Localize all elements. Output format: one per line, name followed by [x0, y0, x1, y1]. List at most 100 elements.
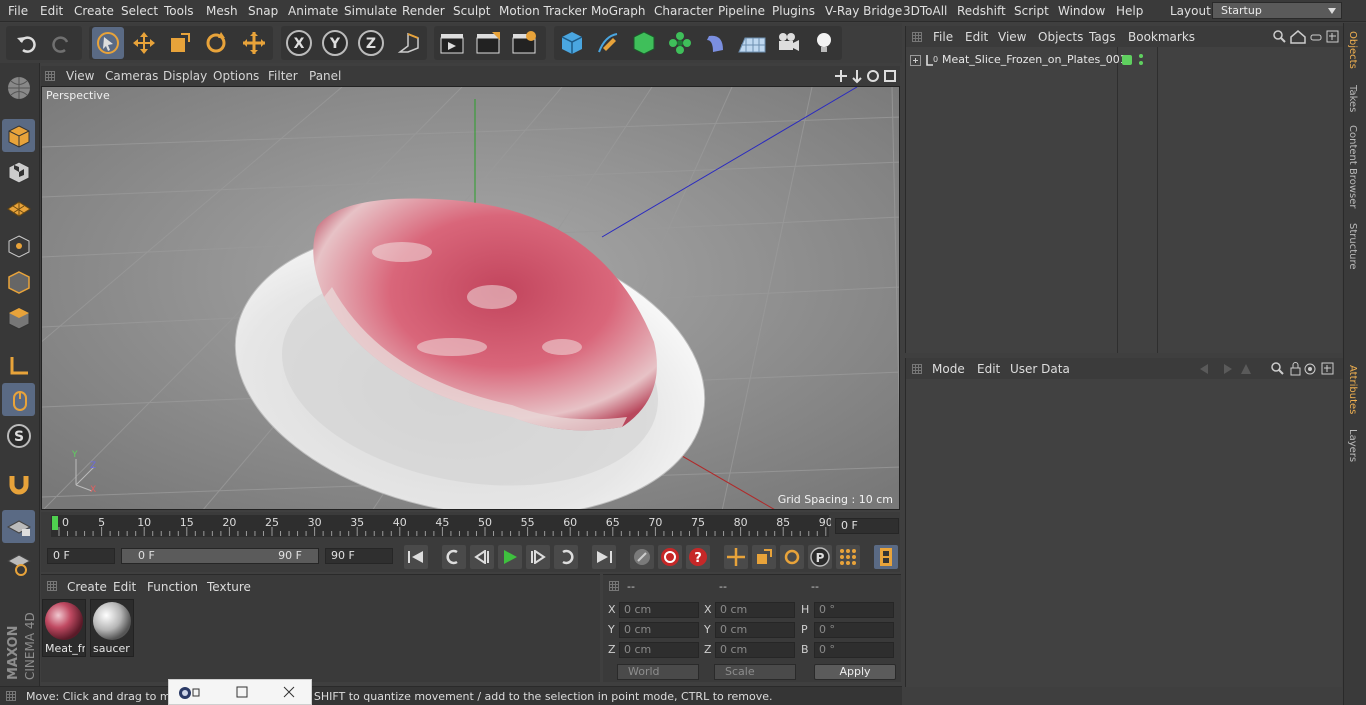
material-swatch-meat[interactable]: Meat_fro [42, 599, 86, 657]
object-menu-edit[interactable]: Edit [965, 30, 988, 44]
pen-spline-button[interactable] [592, 27, 624, 59]
tab-objects[interactable]: Objects [1347, 31, 1358, 69]
transform-tool-button[interactable] [238, 27, 270, 59]
tweak-mode-button[interactable] [2, 383, 35, 416]
menu-create[interactable]: Create [74, 4, 114, 18]
viewport-menu-view[interactable]: View [66, 69, 94, 83]
menu-script[interactable]: Script [1014, 4, 1049, 18]
keyframe-selection-button[interactable]: ? [686, 545, 710, 569]
model-mode-button[interactable] [2, 119, 35, 152]
timeline-window-button[interactable] [874, 545, 898, 569]
object-menu-bookmarks[interactable]: Bookmarks [1128, 30, 1195, 44]
tab-layers[interactable]: Layers [1347, 429, 1358, 462]
rotation-p-field[interactable]: 0 ° [814, 622, 894, 638]
record-active-objects-button[interactable] [630, 545, 654, 569]
x-axis-lock-button[interactable]: X [283, 27, 315, 59]
edges-mode-button[interactable] [2, 265, 35, 298]
menu-pipeline[interactable]: Pipeline [718, 4, 765, 18]
current-frame-field[interactable]: 0 F [835, 518, 899, 534]
up-arrow-icon[interactable] [1241, 364, 1251, 374]
menu-edit[interactable]: Edit [40, 4, 63, 18]
size-y-field[interactable]: 0 cm [715, 622, 795, 638]
maximize-icon[interactable] [235, 685, 249, 699]
menu-character[interactable]: Character [654, 4, 713, 18]
apply-button[interactable]: Apply [814, 664, 896, 680]
key-position-button[interactable] [724, 545, 748, 569]
workplane-mode-button[interactable] [2, 191, 35, 224]
texture-mode-button[interactable] [2, 155, 35, 188]
redo-button[interactable] [46, 27, 78, 59]
object-menu-view[interactable]: View [998, 30, 1026, 44]
menu-snap[interactable]: Snap [248, 4, 278, 18]
layout-select[interactable]: Startup [1212, 2, 1342, 19]
menu-select[interactable]: Select [121, 4, 158, 18]
search-icon[interactable] [1271, 362, 1284, 375]
viewport-menu-filter[interactable]: Filter [268, 69, 298, 83]
tab-attributes[interactable]: Attributes [1347, 365, 1358, 414]
attribute-menu-edit[interactable]: Edit [977, 362, 1000, 376]
size-x-field[interactable]: 0 cm [715, 602, 795, 618]
object-menu-tags[interactable]: Tags [1089, 30, 1116, 44]
scale-tool-button[interactable] [164, 27, 196, 59]
object-menu-file[interactable]: File [933, 30, 953, 44]
lock-icon[interactable] [1290, 362, 1301, 376]
polygons-mode-button[interactable] [2, 301, 35, 334]
menu-mesh[interactable]: Mesh [206, 4, 238, 18]
snap-button[interactable] [2, 467, 35, 500]
z-axis-lock-button[interactable]: Z [355, 27, 387, 59]
next-key-button[interactable] [554, 545, 578, 569]
camera-object-button[interactable] [772, 27, 804, 59]
cube-object-button[interactable] [556, 27, 588, 59]
render-to-picture-viewer-button[interactable] [472, 27, 504, 59]
material-swatch-saucer[interactable]: saucer [90, 599, 134, 657]
material-menu-edit[interactable]: Edit [113, 580, 136, 594]
new-panel-icon[interactable] [1326, 30, 1339, 43]
axis-mode-button[interactable] [2, 349, 35, 382]
menu-help[interactable]: Help [1116, 4, 1143, 18]
menu-redshift[interactable]: Redshift [957, 4, 1006, 18]
menu-3dtoall[interactable]: 3DToAll [903, 4, 947, 18]
timeline-ruler[interactable]: 0 5 10 15 20 25 30 35 40 45 50 55 60 65 70 75 80 85 90 0 F [41, 512, 900, 540]
layer-color-swatch[interactable] [1122, 55, 1132, 65]
attribute-menu-mode[interactable]: Mode [932, 362, 965, 376]
frame-range-slider[interactable]: 0 F 90 F [121, 548, 319, 564]
subdivision-surface-button[interactable] [628, 27, 660, 59]
goto-start-button[interactable] [404, 545, 428, 569]
visibility-dots-icon[interactable] [1138, 53, 1144, 67]
menu-plugins[interactable]: Plugins [772, 4, 815, 18]
live-selection-button[interactable] [92, 27, 124, 59]
play-button[interactable] [498, 545, 522, 569]
material-menu-create[interactable]: Create [67, 580, 107, 594]
viewport-menu-options[interactable]: Options [213, 69, 259, 83]
menu-mograph[interactable]: MoGraph [591, 4, 646, 18]
material-menu-function[interactable]: Function [147, 580, 198, 594]
menu-simulate[interactable]: Simulate [344, 4, 397, 18]
viewport-menu-display[interactable]: Display [163, 69, 207, 83]
key-rotation-button[interactable] [780, 545, 804, 569]
new-panel-icon[interactable] [1321, 362, 1334, 375]
workplane-lock-button[interactable] [2, 510, 35, 543]
floor-object-button[interactable] [736, 27, 768, 59]
coordinate-space-select[interactable]: World [617, 664, 699, 680]
object-row[interactable]: 0 Meat_Slice_Frozen_on_Plates_001 [910, 52, 1127, 69]
material-menu-texture[interactable]: Texture [207, 580, 251, 594]
next-frame-button[interactable] [526, 545, 550, 569]
autokeying-button[interactable] [658, 545, 682, 569]
menu-vray-bridge[interactable]: V-Ray Bridge [825, 4, 902, 18]
viewport-menu-cameras[interactable]: Cameras [105, 69, 158, 83]
menu-animate[interactable]: Animate [288, 4, 338, 18]
render-view-button[interactable] [436, 27, 468, 59]
previous-frame-button[interactable] [470, 545, 494, 569]
tab-content-browser[interactable]: Content Browser [1347, 125, 1358, 208]
rotate-tool-button[interactable] [200, 27, 232, 59]
menu-motion-tracker[interactable]: Motion Tracker [499, 4, 587, 18]
object-menu-objects[interactable]: Objects [1038, 30, 1083, 44]
key-parameter-button[interactable]: P [808, 545, 832, 569]
viewport-nav-icons[interactable] [835, 68, 899, 84]
tab-takes[interactable]: Takes [1347, 85, 1358, 112]
move-tool-button[interactable] [128, 27, 160, 59]
menu-render[interactable]: Render [402, 4, 445, 18]
start-frame-field[interactable]: 0 F [47, 548, 115, 564]
back-arrow-icon[interactable] [1200, 364, 1208, 374]
key-scale-button[interactable] [752, 545, 776, 569]
